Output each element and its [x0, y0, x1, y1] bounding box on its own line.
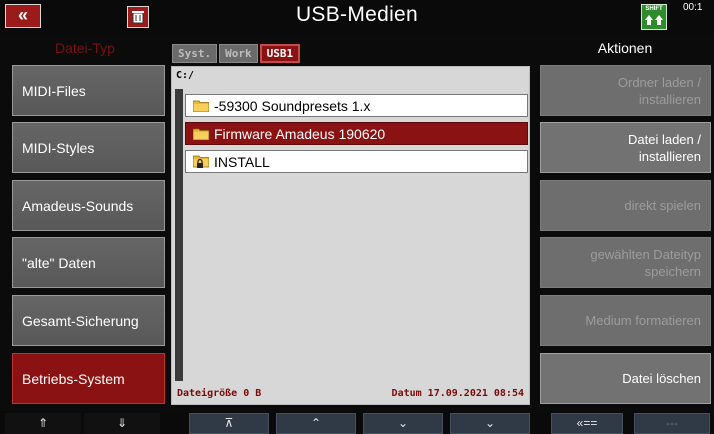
button-label-line1: Datei laden / [628, 131, 701, 147]
screen: « USB-Medien SHIFT 00:1 Datei-Typ MIDI-F… [0, 0, 714, 434]
file-browser: C:/ -59300 Soundpresets 1.x Firmware Ama… [171, 66, 530, 405]
back-arrow-button[interactable]: «== [551, 413, 623, 434]
file-type-old-data[interactable]: "alte" Daten [12, 237, 165, 288]
double-down-icon: ⇓ [116, 416, 128, 430]
drive-tabs: Syst. Work USB1 [172, 44, 301, 64]
file-row-selected[interactable]: Firmware Amadeus 190620 [185, 122, 528, 145]
scroll-up-button[interactable]: ⌃ [276, 413, 356, 434]
button-label-line2: installieren [638, 91, 701, 107]
top-bar: « USB-Medien SHIFT 00:1 [0, 0, 714, 34]
folder-lock-icon [193, 155, 209, 168]
scroll-bottom-button[interactable]: ⌄ [450, 413, 530, 434]
file-type-label: MIDI-Styles [22, 139, 95, 156]
back-arrow-icon: «== [576, 416, 598, 430]
shift-arrows-icon [645, 15, 663, 25]
button-label-line2: installieren [638, 148, 701, 164]
actions-header: Aktionen [597, 40, 653, 56]
load-file-button[interactable]: Datei laden / installieren [540, 122, 711, 173]
file-type-label: MIDI-Files [22, 82, 86, 99]
chevron-down-icon: ⌄ [484, 416, 496, 430]
status-footer: Dateigröße 0 B Datum 17.09.2021 08:54 [175, 386, 528, 402]
shift-label: SHIFT [645, 6, 663, 12]
format-medium-button[interactable]: Medium formatieren [540, 295, 711, 346]
save-file-type-button[interactable]: gewählten Dateityp speichern [540, 237, 711, 288]
file-row[interactable]: -59300 Soundpresets 1.x [185, 94, 528, 117]
folder-icon [193, 100, 209, 112]
file-type-midi-styles[interactable]: MIDI-Styles [12, 122, 165, 173]
scrollbar[interactable] [175, 89, 183, 381]
file-name: -59300 Soundpresets 1.x [214, 97, 371, 114]
file-type-full-backup[interactable]: Gesamt-Sicherung [12, 295, 165, 346]
page-down-button[interactable]: ⇓ [84, 413, 160, 434]
down-icon: ⌄ [397, 416, 409, 430]
scroll-down-button[interactable]: ⌄ [363, 413, 443, 434]
file-row[interactable]: INSTALL [185, 150, 528, 173]
placeholder-label: --- [666, 416, 678, 430]
tab-syst[interactable]: Syst. [172, 44, 218, 63]
page-up-button[interactable]: ⇑ [5, 413, 81, 434]
button-label-line2: speichern [644, 263, 701, 279]
file-type-label: Gesamt-Sicherung [22, 312, 139, 329]
button-label-line1: direkt spielen [624, 198, 701, 213]
button-label-line1: Datei löschen [622, 371, 701, 386]
delete-file-button[interactable]: Datei löschen [540, 353, 711, 404]
file-type-amadeus-sounds[interactable]: Amadeus-Sounds [12, 180, 165, 231]
page-title: USB-Medien [295, 3, 419, 26]
tab-usb1[interactable]: USB1 [259, 44, 301, 63]
file-size: Dateigröße 0 B [177, 388, 262, 399]
file-name: INSTALL [214, 153, 270, 170]
file-type-header: Datei-Typ [55, 40, 115, 56]
folder-icon [193, 128, 209, 140]
file-type-label: "alte" Daten [22, 254, 96, 271]
tab-work[interactable]: Work [219, 44, 258, 63]
file-type-midi-files[interactable]: MIDI-Files [12, 65, 165, 116]
up-icon: ⌃ [310, 416, 322, 430]
file-type-label: Betriebs-System [22, 370, 125, 387]
double-up-icon: ⇑ [37, 416, 49, 430]
load-folder-button[interactable]: Ordner laden / installieren [540, 65, 711, 116]
empty-nav-button: --- [634, 413, 710, 434]
file-type-label: Amadeus-Sounds [22, 197, 134, 214]
clock: 00:1 [683, 2, 703, 13]
current-path: C:/ [176, 70, 195, 81]
file-name: Firmware Amadeus 190620 [214, 125, 386, 142]
file-date: Datum 17.09.2021 08:54 [391, 388, 524, 399]
scroll-top-button[interactable]: ⊼ [189, 413, 269, 434]
top-icon: ⊼ [224, 416, 234, 430]
button-label-line1: gewählten Dateityp [590, 246, 701, 262]
button-label-line1: Medium formatieren [585, 313, 701, 328]
button-label-line1: Ordner laden / [617, 74, 701, 90]
shift-button[interactable]: SHIFT [641, 4, 667, 30]
play-direct-button[interactable]: direkt spielen [540, 180, 711, 231]
file-type-operating-system[interactable]: Betriebs-System [12, 353, 165, 404]
